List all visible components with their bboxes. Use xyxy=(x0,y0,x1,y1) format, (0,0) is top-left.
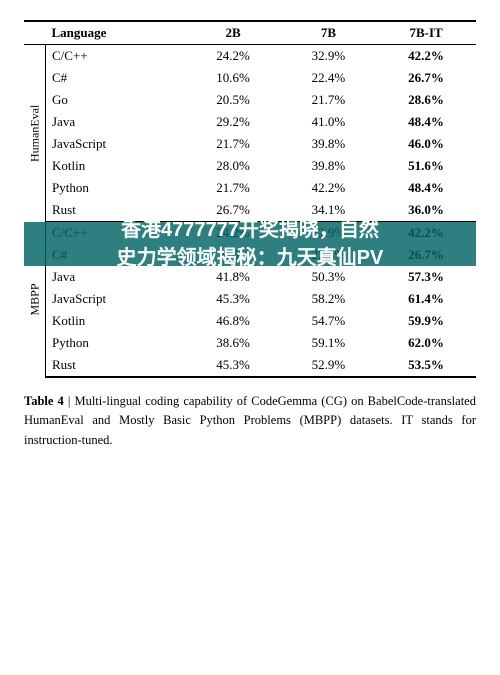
humaneval-lang-cell: Python xyxy=(46,177,186,199)
mbpp-value-cell: 61.4% xyxy=(376,288,476,310)
humaneval-value-cell: 26.7% xyxy=(376,67,476,89)
humaneval-value-cell: 22.4% xyxy=(281,67,376,89)
mbpp-value-cell: 59.9% xyxy=(376,310,476,332)
humaneval-value-cell: 51.6% xyxy=(376,155,476,177)
humaneval-value-cell: 28.0% xyxy=(185,155,280,177)
humaneval-value-cell: 36.0% xyxy=(376,199,476,222)
mbpp-value-cell: 38.6% xyxy=(185,332,280,354)
humaneval-value-cell: 21.7% xyxy=(185,133,280,155)
humaneval-value-cell: 48.4% xyxy=(376,111,476,133)
humaneval-value-cell: 10.6% xyxy=(185,67,280,89)
caption-separator: | xyxy=(64,394,75,408)
humaneval-value-cell: 28.6% xyxy=(376,89,476,111)
mbpp-lang-cell: JavaScript xyxy=(46,288,186,310)
mbpp-value-cell: 59.1% xyxy=(281,332,376,354)
humaneval-value-cell: 42.2% xyxy=(376,45,476,68)
humaneval-value-cell: 48.4% xyxy=(376,177,476,199)
humaneval-lang-cell: C# xyxy=(46,67,186,89)
humaneval-value-cell: 39.8% xyxy=(281,133,376,155)
caption-label: Table 4 xyxy=(24,394,64,408)
mbpp-value-cell: 58.2% xyxy=(281,288,376,310)
humaneval-lang-cell: JavaScript xyxy=(46,133,186,155)
humaneval-value-cell: 21.7% xyxy=(185,177,280,199)
humaneval-value-cell: 21.7% xyxy=(281,89,376,111)
mbpp-value-cell: 46.8% xyxy=(185,310,280,332)
humaneval-value-cell: 41.0% xyxy=(281,111,376,133)
overlay-line2: 史力学领域揭秘：九天真仙PV xyxy=(117,244,384,272)
mbpp-value-cell: 57.3% xyxy=(376,266,476,288)
mbpp-value-cell: 52.9% xyxy=(281,354,376,377)
humaneval-label: HumanEval xyxy=(24,45,46,222)
humaneval-value-cell: 29.2% xyxy=(185,111,280,133)
mbpp-value-cell: 45.3% xyxy=(185,288,280,310)
mbpp-value-cell: 45.3% xyxy=(185,354,280,377)
mbpp-value-cell: 53.5% xyxy=(376,354,476,377)
humaneval-value-cell: 39.8% xyxy=(281,155,376,177)
mbpp-lang-cell: Kotlin xyxy=(46,310,186,332)
humaneval-lang-cell: Go xyxy=(46,89,186,111)
overlay-line1: 香港4777777开奖揭晓，自然 xyxy=(121,216,379,244)
col-2b-header: 2B xyxy=(185,21,280,45)
humaneval-lang-cell: C/C++ xyxy=(46,45,186,68)
col-language-header: Language xyxy=(46,21,186,45)
table-caption: Table 4 | Multi-lingual coding capabilit… xyxy=(24,392,476,450)
humaneval-lang-cell: Java xyxy=(46,111,186,133)
caption-text: Multi-lingual coding capability of CodeG… xyxy=(24,394,476,447)
mbpp-lang-cell: Rust xyxy=(46,354,186,377)
humaneval-value-cell: 46.0% xyxy=(376,133,476,155)
humaneval-value-cell: 32.9% xyxy=(281,45,376,68)
humaneval-lang-cell: Kotlin xyxy=(46,155,186,177)
mbpp-lang-cell: Python xyxy=(46,332,186,354)
overlay-banner: 香港4777777开奖揭晓，自然 史力学领域揭秘：九天真仙PV xyxy=(24,222,476,267)
humaneval-value-cell: 20.5% xyxy=(185,89,280,111)
col-7b-header: 7B xyxy=(281,21,376,45)
mbpp-value-cell: 54.7% xyxy=(281,310,376,332)
humaneval-value-cell: 24.2% xyxy=(185,45,280,68)
main-table: Language 2B 7B 7B-IT HumanEvalC/C++24.2%… xyxy=(24,20,476,378)
humaneval-value-cell: 42.2% xyxy=(281,177,376,199)
mbpp-value-cell: 62.0% xyxy=(376,332,476,354)
col-7bit-header: 7B-IT xyxy=(376,21,476,45)
